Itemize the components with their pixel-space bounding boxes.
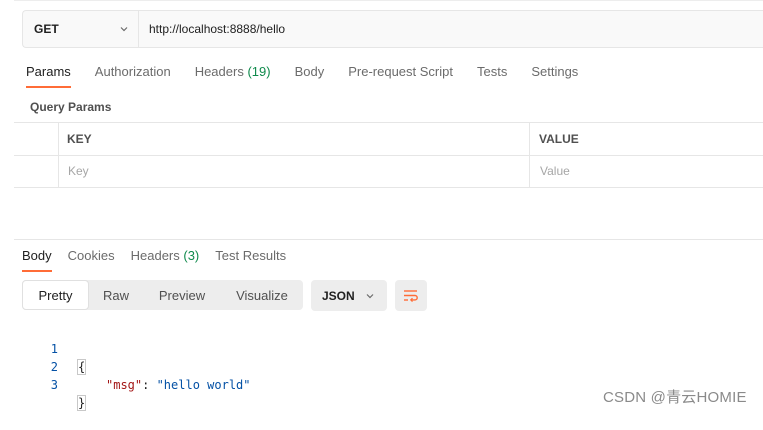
watermark: CSDN @青云HOMIE bbox=[603, 389, 747, 406]
tab-pre-request-script[interactable]: Pre-request Script bbox=[348, 64, 453, 88]
response-body-viewer[interactable]: 1 { 2 "msg": "hello world" 3 } bbox=[22, 322, 251, 411]
json-separator: : bbox=[142, 378, 157, 392]
wrap-lines-button[interactable] bbox=[395, 280, 427, 311]
query-params-table: KEY VALUE Key Value bbox=[14, 122, 763, 188]
tab-authorization[interactable]: Authorization bbox=[95, 64, 171, 88]
chevron-down-icon bbox=[366, 293, 374, 298]
tab-headers[interactable]: Headers (19) bbox=[195, 64, 271, 88]
table-border bbox=[14, 187, 763, 188]
column-header-key: KEY bbox=[67, 132, 92, 146]
code-line: 2 "msg": "hello world" bbox=[22, 340, 251, 392]
view-raw[interactable]: Raw bbox=[89, 280, 143, 310]
format-select[interactable]: JSON bbox=[311, 280, 387, 311]
request-bar: GET http://localhost:8888/hello bbox=[22, 10, 763, 48]
view-visualize[interactable]: Visualize bbox=[221, 280, 303, 310]
tab-body[interactable]: Body bbox=[295, 64, 325, 88]
view-preview[interactable]: Preview bbox=[143, 280, 221, 310]
tab-response-body[interactable]: Body bbox=[22, 248, 52, 272]
tab-response-headers[interactable]: Headers (3) bbox=[131, 248, 200, 272]
value-input[interactable]: Value bbox=[540, 164, 570, 178]
tab-cookies[interactable]: Cookies bbox=[68, 248, 115, 272]
top-border bbox=[14, 0, 763, 1]
response-divider[interactable] bbox=[14, 239, 763, 240]
format-label: JSON bbox=[322, 288, 355, 303]
response-headers-count: (3) bbox=[183, 248, 200, 263]
tab-params[interactable]: Params bbox=[26, 64, 71, 88]
headers-count: (19) bbox=[247, 64, 271, 79]
code-line: 3 } bbox=[22, 358, 87, 411]
url-input[interactable]: http://localhost:8888/hello bbox=[139, 22, 285, 36]
tab-tests[interactable]: Tests bbox=[477, 64, 507, 88]
code-line: 1 { bbox=[22, 322, 87, 375]
query-params-title: Query Params bbox=[30, 100, 112, 114]
method-label: GET bbox=[34, 22, 59, 36]
view-mode-toggle: Pretty Raw Preview Visualize bbox=[22, 280, 303, 310]
json-key: "msg" bbox=[106, 378, 143, 392]
line-number: 3 bbox=[50, 378, 58, 392]
table-border bbox=[58, 122, 59, 188]
response-tabs: Body Cookies Headers (3) Test Results bbox=[22, 248, 302, 272]
request-tabs: Params Authorization Headers (19) Body P… bbox=[26, 64, 602, 88]
json-value: "hello world" bbox=[156, 378, 251, 392]
column-header-value: VALUE bbox=[539, 132, 579, 146]
close-brace: } bbox=[76, 395, 87, 411]
tab-test-results[interactable]: Test Results bbox=[215, 248, 286, 272]
open-brace: { bbox=[76, 359, 87, 375]
wrap-lines-icon bbox=[404, 289, 418, 302]
view-pretty[interactable]: Pretty bbox=[22, 280, 89, 310]
table-border bbox=[529, 122, 530, 188]
method-select[interactable]: GET bbox=[23, 11, 139, 47]
tab-settings[interactable]: Settings bbox=[531, 64, 578, 88]
table-border bbox=[14, 155, 763, 156]
chevron-down-icon bbox=[120, 27, 128, 32]
key-input[interactable]: Key bbox=[68, 164, 89, 178]
table-border bbox=[14, 122, 763, 123]
